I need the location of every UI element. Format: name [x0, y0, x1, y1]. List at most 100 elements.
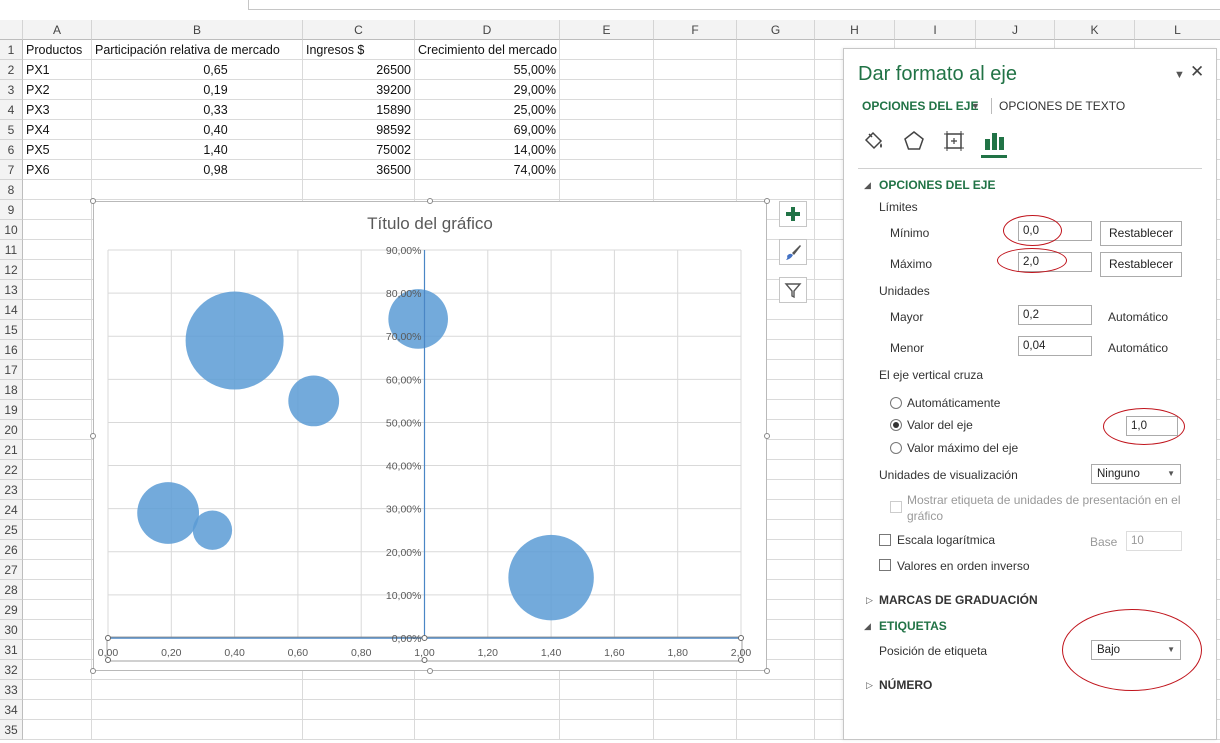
cell[interactable] [737, 100, 815, 120]
cell[interactable] [654, 60, 737, 80]
cell[interactable] [23, 660, 92, 680]
cell[interactable] [23, 560, 92, 580]
row-header[interactable]: 13 [0, 280, 23, 300]
cell[interactable] [23, 300, 92, 320]
column-header-d[interactable]: D [415, 20, 560, 40]
row-header[interactable]: 9 [0, 200, 23, 220]
cell[interactable] [654, 680, 737, 700]
cell[interactable] [23, 320, 92, 340]
close-icon[interactable]: ✕ [1190, 62, 1204, 82]
column-header-b[interactable]: B [92, 20, 303, 40]
cell[interactable]: 39200 [303, 80, 415, 100]
cell[interactable]: 74,00% [415, 160, 560, 180]
reverse-order-label[interactable]: Valores en orden inverso [897, 559, 1030, 573]
cell[interactable]: 1,40 [92, 140, 303, 160]
cell[interactable] [23, 680, 92, 700]
cell[interactable] [560, 100, 654, 120]
row-header[interactable]: 10 [0, 220, 23, 240]
cell[interactable] [654, 80, 737, 100]
row-header[interactable]: 19 [0, 400, 23, 420]
select-all-corner[interactable] [0, 20, 23, 40]
expand-triangle-icon[interactable]: ▷ [866, 595, 873, 606]
cell[interactable]: 26500 [303, 60, 415, 80]
chart-styles-button[interactable] [779, 239, 807, 265]
column-header-h[interactable]: H [815, 20, 895, 40]
cell[interactable] [737, 120, 815, 140]
column-header-l[interactable]: L [1135, 20, 1220, 40]
row-header[interactable]: 31 [0, 640, 23, 660]
column-header-a[interactable]: A [23, 20, 92, 40]
row-header[interactable]: 12 [0, 260, 23, 280]
cell[interactable] [654, 700, 737, 720]
cell[interactable]: 69,00% [415, 120, 560, 140]
cell[interactable] [23, 620, 92, 640]
cell[interactable] [23, 200, 92, 220]
format-axis-pane[interactable]: Dar formato al eje ▼ ✕ OPCIONES DEL EJE … [843, 48, 1217, 740]
cell[interactable] [23, 260, 92, 280]
minor-unit-input[interactable]: 0,04 [1018, 336, 1092, 356]
row-header[interactable]: 29 [0, 600, 23, 620]
row-header[interactable]: 34 [0, 700, 23, 720]
column-header-f[interactable]: F [654, 20, 737, 40]
cross-value-radio[interactable] [890, 419, 902, 431]
cell[interactable] [23, 400, 92, 420]
row-header[interactable]: 20 [0, 420, 23, 440]
row-header[interactable]: 33 [0, 680, 23, 700]
row-header[interactable]: 1 [0, 40, 23, 60]
cell[interactable] [654, 120, 737, 140]
bubble-point[interactable] [288, 375, 340, 427]
row-header[interactable]: 11 [0, 240, 23, 260]
fill-line-icon[interactable] [862, 129, 886, 153]
column-header-j[interactable]: J [976, 20, 1055, 40]
cell[interactable] [303, 720, 415, 740]
cell[interactable] [23, 640, 92, 660]
row-header[interactable]: 27 [0, 560, 23, 580]
bubble-point[interactable] [185, 291, 284, 390]
pane-options-chevron-icon[interactable]: ▼ [1174, 69, 1185, 81]
collapse-triangle-icon[interactable]: ◢ [864, 180, 871, 191]
cell[interactable] [560, 720, 654, 740]
cell[interactable] [92, 720, 303, 740]
cell[interactable] [23, 420, 92, 440]
column-header-e[interactable]: E [560, 20, 654, 40]
cell[interactable] [560, 120, 654, 140]
cell[interactable]: PX6 [23, 160, 92, 180]
row-header[interactable]: 21 [0, 440, 23, 460]
cell[interactable] [654, 40, 737, 60]
log-scale-label[interactable]: Escala logarítmica [897, 533, 995, 547]
cross-max-label[interactable]: Valor máximo del eje [907, 441, 1018, 455]
cell[interactable] [737, 60, 815, 80]
cross-auto-radio[interactable] [890, 397, 902, 409]
cell[interactable]: 25,00% [415, 100, 560, 120]
cell[interactable] [737, 180, 815, 200]
row-header[interactable]: 6 [0, 140, 23, 160]
row-header[interactable]: 30 [0, 620, 23, 640]
cell[interactable] [92, 180, 303, 200]
bubble-chart[interactable]: Título del gráfico 0,00% 10,00% 20,00% 30,0… [90, 198, 770, 674]
cell[interactable] [23, 460, 92, 480]
show-units-checkbox[interactable] [890, 501, 902, 513]
chart-filter-button[interactable] [779, 277, 807, 303]
cell[interactable] [654, 720, 737, 740]
cell[interactable]: 14,00% [415, 140, 560, 160]
cell[interactable]: 0,19 [92, 80, 303, 100]
cell[interactable] [560, 40, 654, 60]
axis-selection-handle[interactable] [421, 635, 428, 641]
column-header-i[interactable]: I [895, 20, 976, 40]
row-header[interactable]: 28 [0, 580, 23, 600]
cell[interactable]: PX2 [23, 80, 92, 100]
tab-text-options[interactable]: OPCIONES DE TEXTO [999, 99, 1125, 113]
bubble-point[interactable] [192, 510, 233, 550]
cell[interactable] [23, 240, 92, 260]
add-chart-element-button[interactable] [779, 201, 807, 227]
cell[interactable] [737, 140, 815, 160]
row-header[interactable]: 14 [0, 300, 23, 320]
row-header[interactable]: 15 [0, 320, 23, 340]
row-header[interactable]: 8 [0, 180, 23, 200]
size-properties-icon[interactable] [942, 129, 966, 153]
row-header[interactable]: 16 [0, 340, 23, 360]
cell[interactable] [23, 720, 92, 740]
row-header[interactable]: 3 [0, 80, 23, 100]
row-header[interactable]: 2 [0, 60, 23, 80]
row-header[interactable]: 4 [0, 100, 23, 120]
